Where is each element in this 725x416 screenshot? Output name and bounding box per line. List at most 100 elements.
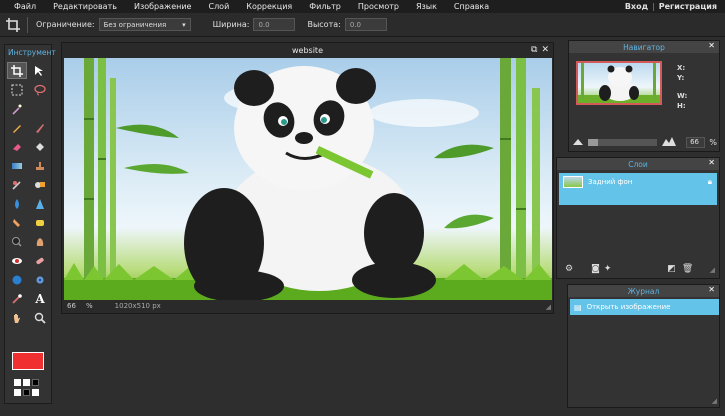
sharpen-icon[interactable] bbox=[30, 195, 50, 212]
text-tool-icon[interactable]: A bbox=[30, 290, 50, 307]
resize-handle-icon[interactable]: ◢ bbox=[712, 397, 717, 405]
document-title-bar: website ⧉ ✕ bbox=[62, 43, 553, 57]
magic-wand-icon[interactable] bbox=[7, 100, 27, 117]
swatch-black[interactable] bbox=[23, 389, 30, 396]
height-input[interactable]: 0.0 bbox=[344, 18, 387, 31]
blur-icon[interactable] bbox=[7, 195, 27, 212]
document-title: website bbox=[292, 45, 323, 55]
layer-style-icon[interactable]: ✦ bbox=[604, 264, 612, 274]
zoom-in-icon[interactable] bbox=[662, 136, 677, 148]
login-link[interactable]: Вход bbox=[625, 2, 648, 11]
navigator-title: Навигатор bbox=[623, 42, 665, 52]
eraser-icon[interactable] bbox=[7, 138, 27, 155]
close-icon[interactable]: ✕ bbox=[541, 45, 549, 55]
paint-bucket-icon[interactable] bbox=[30, 138, 50, 155]
crop-tool-icon[interactable] bbox=[7, 62, 27, 79]
sponge-icon[interactable] bbox=[30, 214, 50, 231]
constraint-select[interactable]: Без ограничения ▾ bbox=[98, 18, 191, 31]
history-item[interactable]: ▤ Открыть изображение bbox=[570, 299, 719, 315]
close-icon[interactable]: ✕ bbox=[708, 285, 715, 294]
menu-layer[interactable]: Слой bbox=[199, 2, 237, 11]
history-header: Журнал ✕ bbox=[568, 285, 719, 297]
layer-settings-icon[interactable]: ⚙ bbox=[565, 264, 573, 274]
color-swatches bbox=[14, 379, 44, 399]
bloat-icon[interactable] bbox=[7, 271, 27, 288]
zoom-slider[interactable] bbox=[588, 138, 658, 146]
menu-help[interactable]: Справка bbox=[445, 2, 497, 11]
resize-handle-icon[interactable]: ◢ bbox=[710, 266, 715, 274]
history-title: Журнал bbox=[627, 286, 660, 296]
move-tool-icon[interactable] bbox=[30, 62, 50, 79]
drawing-icon[interactable] bbox=[30, 176, 50, 193]
close-icon[interactable]: ✕ bbox=[708, 158, 715, 167]
layers-panel: Слои ✕ Задний фон 🔒︎ ⚙ ◙ ✦ ◩ 🗑︎ ◢ bbox=[556, 157, 720, 279]
width-input[interactable]: 0.0 bbox=[253, 18, 296, 31]
stamp-icon[interactable] bbox=[30, 157, 50, 174]
close-icon[interactable]: ✕ bbox=[708, 41, 715, 50]
swatch-white[interactable] bbox=[14, 379, 21, 386]
burn-icon[interactable] bbox=[30, 233, 50, 250]
options-bar: Ограничение: Без ограничения ▾ Ширина: 0… bbox=[0, 13, 725, 37]
navigator-thumbnail[interactable] bbox=[576, 61, 662, 105]
resize-handle-icon[interactable]: ◢ bbox=[546, 303, 551, 311]
image-canvas[interactable] bbox=[64, 58, 552, 300]
document-status-bar: 66 % 1020x510 px bbox=[64, 299, 552, 312]
brush-icon[interactable] bbox=[30, 119, 50, 136]
swatch-white[interactable] bbox=[23, 379, 30, 386]
tool-grid: A bbox=[5, 59, 51, 329]
gradient-icon[interactable] bbox=[7, 157, 27, 174]
crop-icon[interactable] bbox=[3, 15, 23, 35]
lasso-tool-icon[interactable] bbox=[30, 81, 50, 98]
navigator-panel: Навигатор ✕ X: Y: W: H: 66 % bbox=[568, 40, 720, 152]
coords-spacer bbox=[677, 83, 687, 91]
options-divider bbox=[27, 16, 28, 33]
swatch-white[interactable] bbox=[14, 389, 21, 396]
height-label: Высота: bbox=[307, 20, 341, 29]
menu-edit[interactable]: Редактировать bbox=[44, 2, 125, 11]
dodge-icon[interactable] bbox=[7, 233, 27, 250]
color-picker-icon[interactable] bbox=[7, 290, 27, 307]
smudge-icon[interactable] bbox=[7, 214, 27, 231]
red-eye-icon[interactable] bbox=[7, 252, 27, 269]
zoom-out-icon[interactable] bbox=[573, 137, 583, 147]
width-label: Ширина: bbox=[212, 20, 250, 29]
restore-window-icon[interactable]: ⧉ bbox=[531, 45, 537, 55]
toolbox-panel: Инструмент A bbox=[4, 44, 56, 404]
menu-view[interactable]: Просмотр bbox=[349, 2, 407, 11]
menu-image[interactable]: Изображение bbox=[125, 2, 200, 11]
zoom-icon[interactable] bbox=[30, 309, 50, 326]
constraint-label: Ограничение: bbox=[36, 20, 95, 29]
color-replace-icon[interactable] bbox=[7, 176, 27, 193]
document-window: website ⧉ ✕ 66 % 1020x510 px ◢ bbox=[61, 42, 554, 314]
swatch-white[interactable] bbox=[32, 389, 39, 396]
layer-thumbnail bbox=[563, 176, 583, 188]
navigator-zoom-input[interactable]: 66 bbox=[686, 136, 706, 148]
register-link[interactable]: Регистрация bbox=[659, 2, 717, 11]
layer-item[interactable]: Задний фон 🔒︎ bbox=[559, 173, 717, 205]
pencil-icon[interactable] bbox=[7, 119, 27, 136]
trash-icon[interactable]: 🗑︎ bbox=[682, 264, 693, 274]
layers-toolbar: ⚙ ◙ ✦ ◩ 🗑︎ ◢ bbox=[559, 262, 717, 276]
open-document-icon: ▤ bbox=[574, 302, 582, 312]
layers-header: Слои ✕ bbox=[557, 158, 719, 170]
zoom-unit: % bbox=[86, 301, 93, 310]
history-panel: Журнал ✕ ▤ Открыть изображение ◢ bbox=[567, 284, 720, 408]
menu-language[interactable]: Язык bbox=[407, 2, 445, 11]
menu-file[interactable]: Файл bbox=[0, 2, 44, 11]
spot-heal-icon[interactable] bbox=[30, 252, 50, 269]
marquee-tool-icon[interactable] bbox=[7, 81, 27, 98]
lock-icon[interactable]: 🔒︎ bbox=[708, 177, 712, 187]
menu-filter[interactable]: Фильтр bbox=[300, 2, 349, 11]
menu-adjust[interactable]: Коррекция bbox=[237, 2, 300, 11]
new-layer-icon[interactable]: ◩ bbox=[667, 264, 676, 274]
swatch-black[interactable] bbox=[32, 379, 39, 386]
toolbox-title: Инструмент bbox=[8, 47, 56, 57]
pinch-icon[interactable] bbox=[30, 271, 50, 288]
empty-tool-slot bbox=[30, 100, 50, 117]
document-controls: ⧉ ✕ bbox=[531, 45, 549, 55]
foreground-color-swatch[interactable] bbox=[12, 352, 44, 370]
hand-icon[interactable] bbox=[7, 309, 27, 326]
layer-mask-icon[interactable]: ◙ bbox=[591, 264, 600, 274]
auth-links: Вход | Регистрация bbox=[621, 0, 717, 13]
zoom-value[interactable]: 66 bbox=[64, 302, 86, 310]
